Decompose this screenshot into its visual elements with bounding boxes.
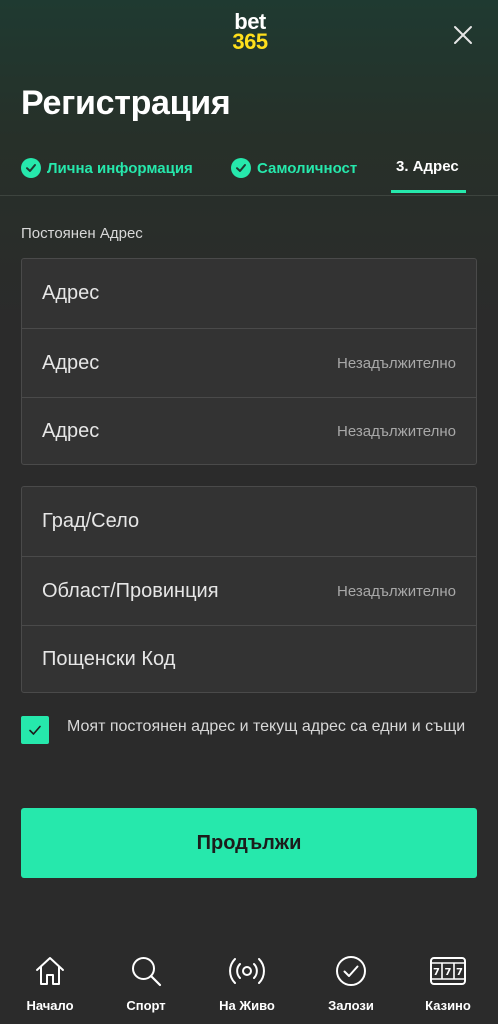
check-icon: [231, 158, 251, 178]
optional-label: Незадължително: [337, 354, 456, 372]
page-title: Регистрация: [21, 84, 231, 122]
top-bar: bet 365: [0, 0, 498, 70]
slot-machine-icon: 777: [428, 954, 468, 988]
svg-text:7: 7: [433, 967, 440, 978]
same-address-row: Моят постоянен адрес и текущ адрес са ед…: [21, 714, 477, 744]
nav-label: Спорт: [126, 998, 166, 1013]
optional-label: Незадължително: [337, 423, 456, 440]
same-address-label[interactable]: Моят постоянен адрес и текущ адрес са ед…: [67, 714, 465, 744]
nav-item-home[interactable]: Начало: [5, 954, 95, 1013]
nav-label: Начало: [26, 998, 74, 1013]
step-personal-info[interactable]: Лична информация: [21, 158, 193, 178]
step-label: Лична информация: [47, 159, 193, 177]
svg-text:7: 7: [456, 967, 463, 978]
field-placeholder: Пощенски Код: [42, 648, 176, 670]
nav-item-bets[interactable]: Залози: [306, 954, 396, 1013]
nav-item-sport[interactable]: Спорт: [101, 954, 191, 1013]
address-fields-group: Адрес Адрес Незадължително Адрес Незадъл…: [21, 258, 477, 465]
field-placeholder: Град/Село: [42, 510, 140, 532]
address-line-2-field[interactable]: Адрес Незадължително: [22, 328, 476, 397]
home-icon: [33, 954, 67, 988]
step-label: 3. Адрес: [396, 158, 459, 175]
field-placeholder: Адрес: [42, 351, 100, 374]
close-icon[interactable]: [448, 20, 478, 50]
city-field[interactable]: Град/Село: [22, 487, 476, 556]
section-label-permanent-address: Постоянен Адрес: [21, 225, 143, 242]
bet365-logo: bet 365: [224, 11, 276, 54]
registration-steps: Лична информация Самоличност 3. Адрес: [0, 150, 498, 196]
address-line-3-field[interactable]: Адрес Незадължително: [22, 397, 476, 465]
check-icon: [21, 158, 41, 178]
steps-divider: [0, 195, 498, 196]
nav-item-live[interactable]: На Живо: [202, 954, 292, 1013]
check-circle-icon: [334, 954, 368, 988]
nav-label: Залози: [328, 998, 374, 1013]
province-field[interactable]: Област/Провинция Незадължително: [22, 556, 476, 625]
postcode-field[interactable]: Пощенски Код: [22, 625, 476, 693]
field-placeholder: Адрес: [42, 420, 100, 442]
logo-text-365: 365: [232, 29, 268, 54]
bottom-navigation: Начало Спорт На Живо Залози 777 Казино: [0, 940, 498, 1024]
checkmark-icon: [29, 725, 41, 735]
same-address-checkbox[interactable]: [21, 716, 49, 744]
optional-label: Незадължително: [337, 582, 456, 600]
live-broadcast-icon: [228, 954, 266, 988]
search-icon: [129, 954, 163, 988]
step-label: Самоличност: [257, 159, 358, 177]
step-identity[interactable]: Самоличност: [231, 158, 357, 178]
continue-button[interactable]: Продължи: [21, 808, 477, 878]
address-line-1-field[interactable]: Адрес: [22, 259, 476, 328]
nav-label: На Живо: [219, 998, 275, 1013]
svg-text:7: 7: [445, 967, 452, 978]
nav-item-casino[interactable]: 777 Казино: [403, 954, 493, 1013]
active-step-indicator: [391, 190, 466, 193]
step-address[interactable]: 3. Адрес: [396, 158, 459, 175]
location-fields-group: Град/Село Област/Провинция Незадължителн…: [21, 486, 477, 693]
nav-label: Казино: [425, 998, 471, 1013]
field-placeholder: Адрес: [42, 282, 100, 304]
field-placeholder: Област/Провинция: [42, 579, 219, 602]
